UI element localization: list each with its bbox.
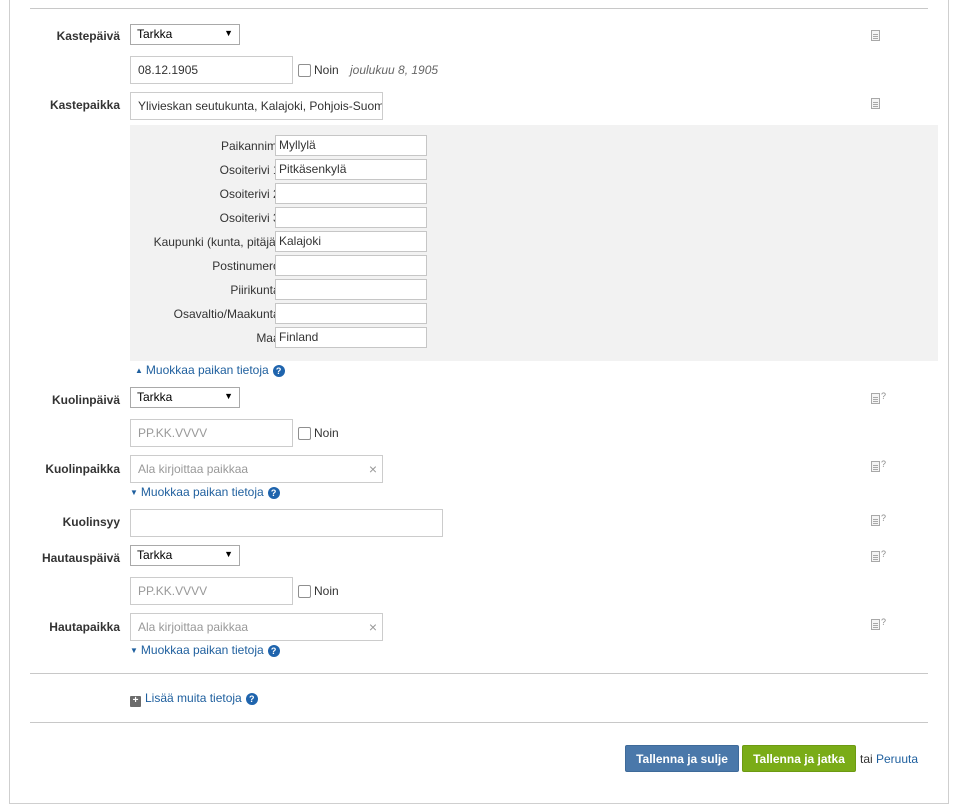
edit-place-link-baptism[interactable]: ▲ Muokkaa paikan tietoja? bbox=[135, 363, 285, 377]
baptism-date-input[interactable]: 08.12.1905 bbox=[130, 56, 293, 84]
note-icon[interactable] bbox=[871, 393, 880, 404]
death-place-label: Kuolinpaikka bbox=[45, 462, 120, 476]
address-field-input[interactable]: Kalajoki bbox=[275, 231, 427, 252]
address-field-label: Postinumero: bbox=[212, 259, 283, 273]
address-field-input[interactable] bbox=[275, 279, 427, 300]
burial-place-placeholder: Ala kirjoittaa paikkaa bbox=[138, 620, 249, 634]
note-icon[interactable] bbox=[871, 515, 880, 526]
edit-place-label: Muokkaa paikan tietoja bbox=[145, 363, 269, 377]
edit-place-link-death[interactable]: ▼ Muokkaa paikan tietoja? bbox=[130, 485, 280, 499]
add-more-info-link[interactable]: + Lisää muita tietoja? bbox=[130, 691, 258, 707]
note-icon[interactable] bbox=[871, 461, 880, 472]
death-date-approx-label: Noin bbox=[314, 426, 339, 440]
plus-icon: + bbox=[130, 696, 141, 707]
divider bbox=[30, 673, 928, 674]
note-help-mark: ? bbox=[881, 617, 887, 627]
address-field-input[interactable] bbox=[275, 183, 427, 204]
death-place-placeholder: Ala kirjoittaa paikkaa bbox=[138, 462, 249, 476]
edit-place-label: Muokkaa paikan tietoja bbox=[140, 485, 264, 499]
address-field-label: Osavaltio/Maakunta: bbox=[173, 307, 283, 321]
death-date-approx-checkbox[interactable] bbox=[298, 427, 311, 440]
dropdown-arrow-icon: ▼ bbox=[224, 28, 233, 38]
note-help-mark: ? bbox=[881, 549, 887, 559]
burial-place-input[interactable]: Ala kirjoittaa paikkaa × bbox=[130, 613, 383, 641]
address-field-input[interactable]: Pitkäsenkylä bbox=[275, 159, 427, 180]
dropdown-arrow-icon: ▼ bbox=[224, 391, 233, 401]
burial-date-label: Hautauspäivä bbox=[41, 551, 120, 565]
edit-place-link-burial[interactable]: ▼ Muokkaa paikan tietoja? bbox=[130, 643, 280, 657]
note-help-mark: ? bbox=[881, 459, 887, 469]
burial-date-approx-label: Noin bbox=[314, 584, 339, 598]
address-field-input[interactable]: Finland bbox=[275, 327, 427, 348]
baptism-date-hint: joulukuu 8, 1905 bbox=[350, 63, 439, 77]
top-divider bbox=[30, 8, 928, 9]
address-field-label: Kaupunki (kunta, pitäjä): bbox=[153, 235, 283, 249]
help-icon[interactable]: ? bbox=[272, 365, 285, 377]
death-place-input[interactable]: Ala kirjoittaa paikkaa × bbox=[130, 455, 383, 483]
baptism-date-qualifier-value: Tarkka bbox=[137, 27, 173, 41]
divider bbox=[30, 722, 928, 723]
baptism-date-approx-checkbox[interactable] bbox=[298, 64, 311, 77]
baptism-place-input[interactable]: Ylivieskan seutukunta, Kalajoki, Pohjois… bbox=[130, 92, 383, 120]
baptism-date-label: Kastepäivä bbox=[56, 29, 120, 43]
note-help-mark: ? bbox=[881, 391, 887, 401]
help-icon[interactable]: ? bbox=[267, 645, 280, 657]
address-field-input[interactable]: Myllylä bbox=[275, 135, 427, 156]
caret-up-icon: ▲ bbox=[135, 366, 143, 375]
address-field-label: Osoiterivi 3: bbox=[219, 211, 283, 225]
death-date-label: Kuolinpäivä bbox=[51, 393, 120, 407]
save-continue-button[interactable]: Tallenna ja jatka bbox=[742, 745, 856, 772]
death-date-qualifier-select[interactable]: Tarkka ▼ bbox=[130, 387, 240, 408]
clear-icon[interactable]: × bbox=[369, 614, 377, 640]
address-field-label: Maa: bbox=[256, 331, 283, 345]
note-icon[interactable] bbox=[871, 619, 880, 630]
death-cause-input[interactable] bbox=[130, 509, 443, 537]
note-icon[interactable] bbox=[871, 551, 880, 562]
note-icon[interactable] bbox=[871, 98, 880, 109]
address-field-input[interactable] bbox=[275, 255, 427, 276]
baptism-date-approx-label: Noin bbox=[314, 63, 339, 77]
edit-place-label: Muokkaa paikan tietoja bbox=[140, 643, 264, 657]
address-field-label: Paikannimi: bbox=[220, 139, 283, 153]
burial-date-qualifier-select[interactable]: Tarkka ▼ bbox=[130, 545, 240, 566]
death-cause-label: Kuolinsyy bbox=[62, 515, 120, 529]
cancel-link[interactable]: Peruuta bbox=[876, 752, 918, 766]
address-field-input[interactable] bbox=[275, 303, 427, 324]
baptism-place-label: Kastepaikka bbox=[49, 98, 120, 112]
caret-down-icon: ▼ bbox=[130, 488, 138, 497]
help-icon[interactable]: ? bbox=[245, 693, 258, 705]
add-more-label: Lisää muita tietoja bbox=[145, 691, 242, 705]
caret-down-icon: ▼ bbox=[130, 646, 138, 655]
burial-date-qualifier-value: Tarkka bbox=[137, 548, 173, 562]
help-icon[interactable]: ? bbox=[267, 487, 280, 499]
note-help-mark: ? bbox=[881, 513, 887, 523]
dropdown-arrow-icon: ▼ bbox=[224, 549, 233, 559]
or-text: tai bbox=[860, 752, 873, 766]
note-icon[interactable] bbox=[871, 30, 880, 41]
address-field-label: Osoiterivi 1: bbox=[219, 163, 283, 177]
address-field-label: Piirikunta: bbox=[230, 283, 283, 297]
death-date-input[interactable]: PP.KK.VVVV bbox=[130, 419, 293, 447]
death-date-qualifier-value: Tarkka bbox=[137, 390, 173, 404]
save-close-button[interactable]: Tallenna ja sulje bbox=[625, 745, 739, 772]
clear-icon[interactable]: × bbox=[369, 456, 377, 482]
burial-date-approx-checkbox[interactable] bbox=[298, 585, 311, 598]
burial-date-input[interactable]: PP.KK.VVVV bbox=[130, 577, 293, 605]
burial-place-label: Hautapaikka bbox=[49, 620, 120, 634]
address-field-label: Osoiterivi 2: bbox=[219, 187, 283, 201]
address-field-input[interactable] bbox=[275, 207, 427, 228]
baptism-date-qualifier-select[interactable]: Tarkka ▼ bbox=[130, 24, 240, 45]
address-details-box: Paikannimi: Myllylä Osoiterivi 1: Pitkäsenk… bbox=[130, 125, 938, 361]
